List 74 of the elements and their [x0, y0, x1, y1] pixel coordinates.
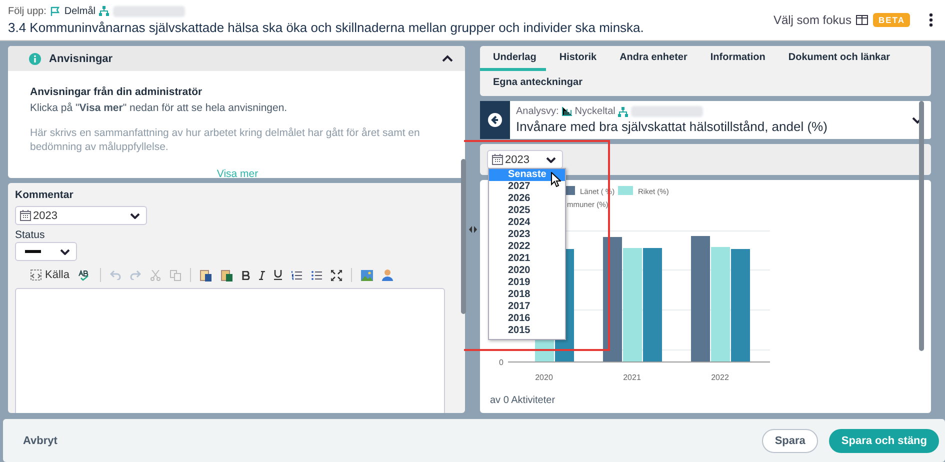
axis-label: 2020 [535, 373, 553, 382]
italic-icon[interactable] [259, 270, 266, 280]
empty-status-icon [25, 250, 41, 253]
indicator-title: Invånare med bra självskattat hälsotillstånd, andel (%) [516, 119, 828, 134]
tab[interactable]: Historik [546, 46, 607, 71]
hierarchy-icon [99, 6, 110, 16]
panel-icon [856, 15, 868, 25]
year-option[interactable]: 2017 [489, 301, 565, 313]
calendar-icon [20, 210, 31, 221]
splitter-handle-icon[interactable] [468, 226, 476, 233]
chevron-icon [60, 248, 70, 254]
info-icon [29, 52, 41, 64]
year-select[interactable]: 2023 [487, 150, 563, 169]
panel-title: Anvisningar [49, 52, 114, 64]
tab[interactable]: Andra enheter [606, 46, 698, 71]
indicator-type: Nyckeltal [574, 106, 616, 117]
focus-button[interactable]: Välj som fokus [773, 13, 852, 27]
instructions-summary: Här skrivs en sammanfattning av hur arbetet kring delmålet har gått för året samt en bedömning av måluppfyllelse. [30, 126, 421, 154]
year-option[interactable]: 2018 [489, 289, 565, 301]
tab[interactable]: Underlag [480, 46, 546, 71]
goal-title: 3.4 Kommuninvånarnas självskattade hälsa ska öka och skillnaderna mellan grupper och individer ska minska. [8, 20, 644, 34]
save-button[interactable]: Spara [762, 428, 818, 452]
year-option[interactable]: 2016 [489, 313, 565, 325]
tab[interactable]: Information [697, 46, 776, 71]
mouse-cursor-icon [551, 172, 561, 187]
source-icon [30, 269, 42, 281]
bar-chart-icon [562, 107, 572, 116]
axis-label: 2021 [623, 373, 641, 382]
more-icon[interactable] [929, 13, 933, 27]
year-option[interactable]: 2027 [489, 181, 565, 193]
instructions-text: Klicka på "Visa mer" nedan för att se hela anvisningen. [30, 101, 288, 116]
comment-label: Kommentar [15, 189, 74, 201]
fullscreen-icon[interactable] [331, 270, 342, 280]
bold-icon[interactable] [242, 270, 250, 280]
chevron-icon [130, 212, 140, 218]
tab[interactable]: Egna anteckningar [480, 71, 592, 96]
breadcrumb-type[interactable]: Delmål [64, 6, 96, 16]
numbered-list-icon[interactable] [291, 270, 302, 280]
year-option[interactable]: 2021 [489, 253, 565, 265]
instructions-heading: Anvisningar från din administratör [30, 85, 204, 100]
person-icon[interactable] [382, 269, 394, 281]
breadcrumb-label: Följ upp: [8, 6, 46, 16]
view-label: Analysvy: [516, 106, 559, 117]
year-option[interactable]: 2024 [489, 217, 565, 229]
paste-word-icon[interactable] [200, 268, 212, 282]
scrollbar[interactable] [919, 101, 924, 351]
activity-count: av 0 Aktiviteter [490, 395, 556, 406]
collapse-icon[interactable] [442, 55, 453, 62]
scrollbar[interactable] [461, 159, 466, 314]
bullet-list-icon[interactable] [311, 270, 322, 280]
year-option[interactable]: 2019 [489, 277, 565, 289]
underline-icon[interactable] [274, 270, 282, 280]
calendar-icon [492, 154, 503, 165]
cancel-button[interactable]: Avbryt [23, 434, 58, 446]
year-option[interactable]: 2015 [489, 325, 565, 337]
year-option[interactable]: 2026 [489, 193, 565, 205]
hierarchy-icon [618, 106, 628, 116]
paste-excel-icon[interactable] [221, 268, 234, 282]
flag-icon [50, 6, 60, 16]
axis-label: 2022 [711, 373, 729, 382]
year-option[interactable]: 2025 [489, 205, 565, 217]
chevron-icon [546, 156, 556, 162]
status-select[interactable] [15, 242, 77, 261]
year-option[interactable]: 2022 [489, 241, 565, 253]
source-button[interactable]: Källa [45, 269, 70, 281]
status-label: Status [15, 229, 45, 241]
period-select[interactable]: 2023 [15, 206, 147, 225]
year-option[interactable]: 2023 [489, 229, 565, 241]
image-icon[interactable] [361, 270, 374, 280]
year-option[interactable]: 2020 [489, 265, 565, 277]
back-icon[interactable] [487, 112, 503, 128]
axis-label: 0 [499, 358, 504, 367]
tab[interactable]: Dokument och länkar [775, 46, 900, 71]
beta-badge: BETA [873, 13, 910, 27]
